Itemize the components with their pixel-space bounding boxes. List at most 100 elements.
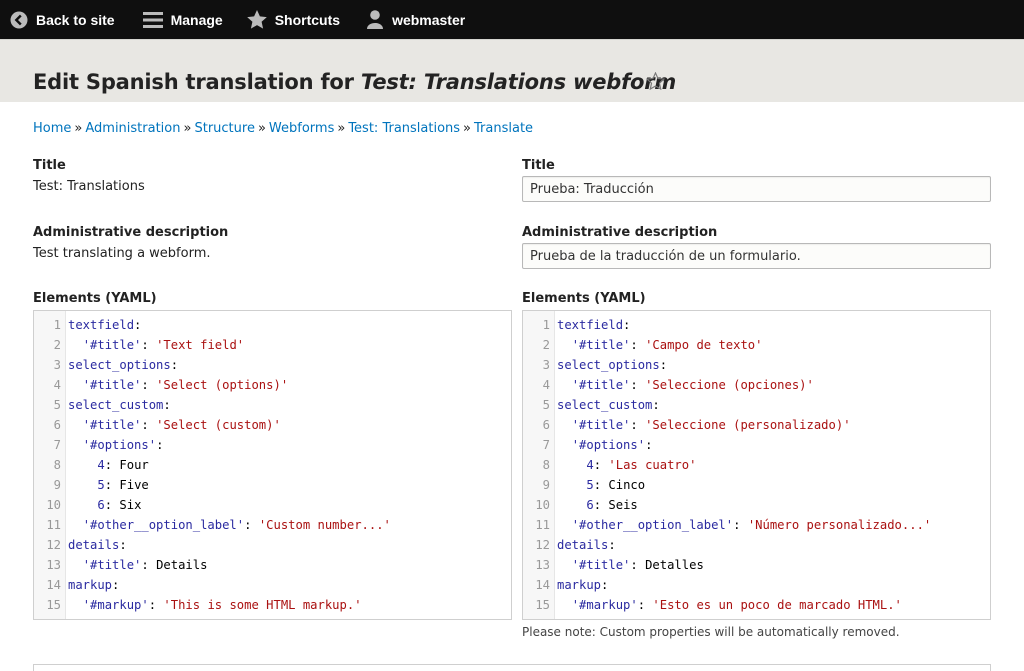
breadcrumb-translate[interactable]: Translate xyxy=(474,121,533,136)
line-number: 14 xyxy=(535,578,550,592)
yaml-value: Cinco xyxy=(608,478,646,492)
line-number: 11 xyxy=(535,518,550,532)
yaml-key: '#markup' xyxy=(571,598,638,612)
yaml-text: select_options: xyxy=(557,358,668,372)
manage-menu[interactable]: Manage xyxy=(133,0,233,39)
yaml-key: select_options xyxy=(557,358,660,372)
yaml-value: Details xyxy=(156,558,208,572)
shortcuts-menu[interactable]: Shortcuts xyxy=(237,0,350,39)
yaml-text: '#title': 'Select (options)' xyxy=(82,378,289,392)
yaml-text: '#title': Details xyxy=(82,558,208,572)
yaml-key: select_custom xyxy=(68,398,164,412)
username-label: webmaster xyxy=(392,11,466,28)
line-number: 13 xyxy=(46,558,61,572)
yaml-value: 'Número personalizado...' xyxy=(747,518,932,532)
yaml-text: '#title': 'Campo de texto' xyxy=(571,338,763,352)
shortcut-star-icon[interactable] xyxy=(646,72,665,90)
yaml-text: details: xyxy=(557,538,616,552)
line-number: 2 xyxy=(542,338,550,352)
source-title-label: Title xyxy=(33,158,66,173)
yaml-key: 6 xyxy=(586,498,594,512)
yaml-text: '#title': 'Seleccione (opciones)' xyxy=(571,378,814,392)
yaml-key: 4 xyxy=(586,458,594,472)
yaml-key: '#title' xyxy=(82,338,142,352)
yaml-value: 'This is some HTML markup.' xyxy=(163,598,362,612)
line-number: 1 xyxy=(53,318,61,332)
user-icon xyxy=(367,10,384,29)
page-title-emphasis: Test: Translations webform xyxy=(360,70,677,94)
line-number: 8 xyxy=(53,458,61,472)
manage-label: Manage xyxy=(170,11,223,28)
yaml-text: details: xyxy=(68,538,127,552)
yaml-key: '#options' xyxy=(82,438,157,452)
yaml-text: select_custom: xyxy=(68,398,171,412)
custom-properties-note: Please note: Custom properties will be a… xyxy=(522,625,900,639)
line-number: 15 xyxy=(46,598,61,612)
yaml-text: '#title': Detalles xyxy=(571,558,704,572)
star-icon xyxy=(246,10,267,29)
translation-yaml-editor[interactable]: 1 textfield: 2 '#title': 'Campo de texto' 3… xyxy=(522,310,991,620)
line-number: 4 xyxy=(542,378,550,392)
translation-title-input[interactable]: Prueba: Traducción xyxy=(522,176,991,202)
yaml-text: '#other__option_label': 'Número personal… xyxy=(571,518,932,532)
yaml-text: 4: 'Las cuatro' xyxy=(586,458,697,472)
breadcrumb-administration[interactable]: Administration xyxy=(85,121,180,136)
yaml-value: Six xyxy=(119,498,142,512)
line-number: 6 xyxy=(53,418,61,432)
yaml-value: 'Seleccione (opciones)' xyxy=(645,378,814,392)
yaml-text: '#other__option_label': 'Custom number..… xyxy=(82,518,391,532)
line-number: 15 xyxy=(535,598,550,612)
translation-title-label: Title xyxy=(522,158,555,173)
breadcrumb-structure[interactable]: Structure xyxy=(194,121,254,136)
breadcrumb-test-translations[interactable]: Test: Translations xyxy=(348,121,460,136)
source-title-value: Test: Translations xyxy=(33,179,145,194)
yaml-value: 'Custom number...' xyxy=(258,518,391,532)
line-number: 7 xyxy=(542,438,550,452)
yaml-key: select_options xyxy=(68,358,171,372)
yaml-key: select_custom xyxy=(557,398,653,412)
yaml-key: details xyxy=(68,538,120,552)
yaml-text: textfield: xyxy=(557,318,631,332)
yaml-key: textfield xyxy=(68,318,135,332)
back-to-site-link[interactable]: Back to site xyxy=(0,0,125,39)
yaml-text: '#title': 'Text field' xyxy=(82,338,245,352)
yaml-key: '#markup' xyxy=(82,598,149,612)
yaml-value: 'Campo de texto' xyxy=(645,338,763,352)
line-number: 8 xyxy=(542,458,550,472)
yaml-key: '#title' xyxy=(82,558,142,572)
yaml-key: markup xyxy=(557,578,602,592)
line-number: 3 xyxy=(53,358,61,372)
yaml-key: 4 xyxy=(97,458,105,472)
line-number: 2 xyxy=(53,338,61,352)
source-yaml-editor: 1 textfield: 2 '#title': 'Text field' 3 sele… xyxy=(33,310,512,620)
line-number: 5 xyxy=(542,398,550,412)
breadcrumb-home[interactable]: Home xyxy=(33,121,71,136)
yaml-key: '#title' xyxy=(82,418,142,432)
yaml-value: 'Seleccione (personalizado)' xyxy=(645,418,851,432)
line-number: 14 xyxy=(46,578,61,592)
yaml-text: select_custom: xyxy=(557,398,660,412)
yaml-key: '#title' xyxy=(571,338,631,352)
line-number: 13 xyxy=(535,558,550,572)
yaml-value: Five xyxy=(119,478,149,492)
yaml-text: '#markup': 'Esto es un poco de marcado H… xyxy=(571,598,902,612)
yaml-text: '#title': 'Select (custom)' xyxy=(82,418,281,432)
translation-description-input[interactable]: Prueba de la traducción de un formulario… xyxy=(522,243,991,269)
yaml-text: 6: Seis xyxy=(586,498,638,512)
yaml-key: details xyxy=(557,538,609,552)
line-number: 11 xyxy=(46,518,61,532)
line-number: 4 xyxy=(53,378,61,392)
translation-description-label: Administrative description xyxy=(522,225,718,240)
yaml-text: '#title': 'Seleccione (personalizado)' xyxy=(571,418,851,432)
line-number: 12 xyxy=(46,538,61,552)
page-title: Edit Spanish translation for Test: Trans… xyxy=(33,70,676,94)
yaml-text: '#options': xyxy=(571,438,653,452)
yaml-text: markup: xyxy=(68,578,120,592)
yaml-text: markup: xyxy=(557,578,609,592)
breadcrumb-webforms[interactable]: Webforms xyxy=(269,121,334,136)
line-number: 5 xyxy=(53,398,61,412)
yaml-key: 6 xyxy=(97,498,105,512)
user-menu[interactable]: webmaster xyxy=(356,0,475,39)
line-number: 3 xyxy=(542,358,550,372)
yaml-value: 'Las cuatro' xyxy=(608,458,697,472)
